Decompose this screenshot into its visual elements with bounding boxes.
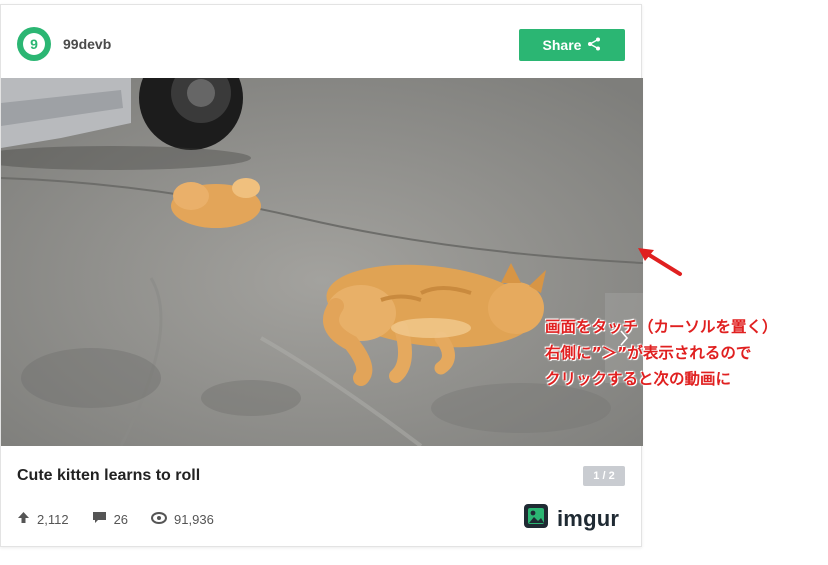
red-arrow-icon: [638, 248, 682, 276]
imgur-logo[interactable]: imgur: [523, 503, 619, 534]
view-stat: 91,936: [151, 511, 214, 527]
share-button[interactable]: Share: [519, 29, 625, 61]
annotation-line: クリックすると次の動画に: [545, 370, 732, 388]
imgur-wordmark: imgur: [557, 505, 620, 531]
comment-count: 26: [113, 511, 129, 527]
pager-badge: 1 / 2: [583, 466, 625, 486]
avatar-letter: 9: [23, 33, 45, 55]
imgur-embed-card: 9 99devb Share Cute kitten learns to rol…: [0, 4, 643, 547]
eye-icon: [151, 511, 168, 527]
annotation-text: 画面をタッチ（カーソルを置く） 右側に”＞”が表示されるので クリックすると次の…: [545, 314, 778, 392]
share-icon: [587, 37, 601, 54]
annotation-line: 右側に”＞”が表示されるので: [545, 344, 752, 362]
annotation-line: 画面をタッチ（カーソルを置く）: [545, 318, 778, 336]
upvote-icon: [17, 511, 30, 527]
post-stats: 2,112 26 91,936: [17, 511, 237, 527]
comment-stat[interactable]: 26: [92, 511, 128, 527]
avatar[interactable]: 9: [17, 27, 51, 61]
upvote-stat[interactable]: 2,112: [17, 511, 69, 527]
post-title[interactable]: Cute kitten learns to roll: [17, 467, 200, 485]
view-count: 91,936: [174, 511, 214, 527]
imgur-logo-icon: [523, 503, 549, 534]
upvote-count: 2,112: [37, 511, 69, 527]
username[interactable]: 99devb: [63, 36, 111, 52]
comment-icon: [92, 511, 107, 527]
share-button-label: Share: [542, 37, 582, 53]
